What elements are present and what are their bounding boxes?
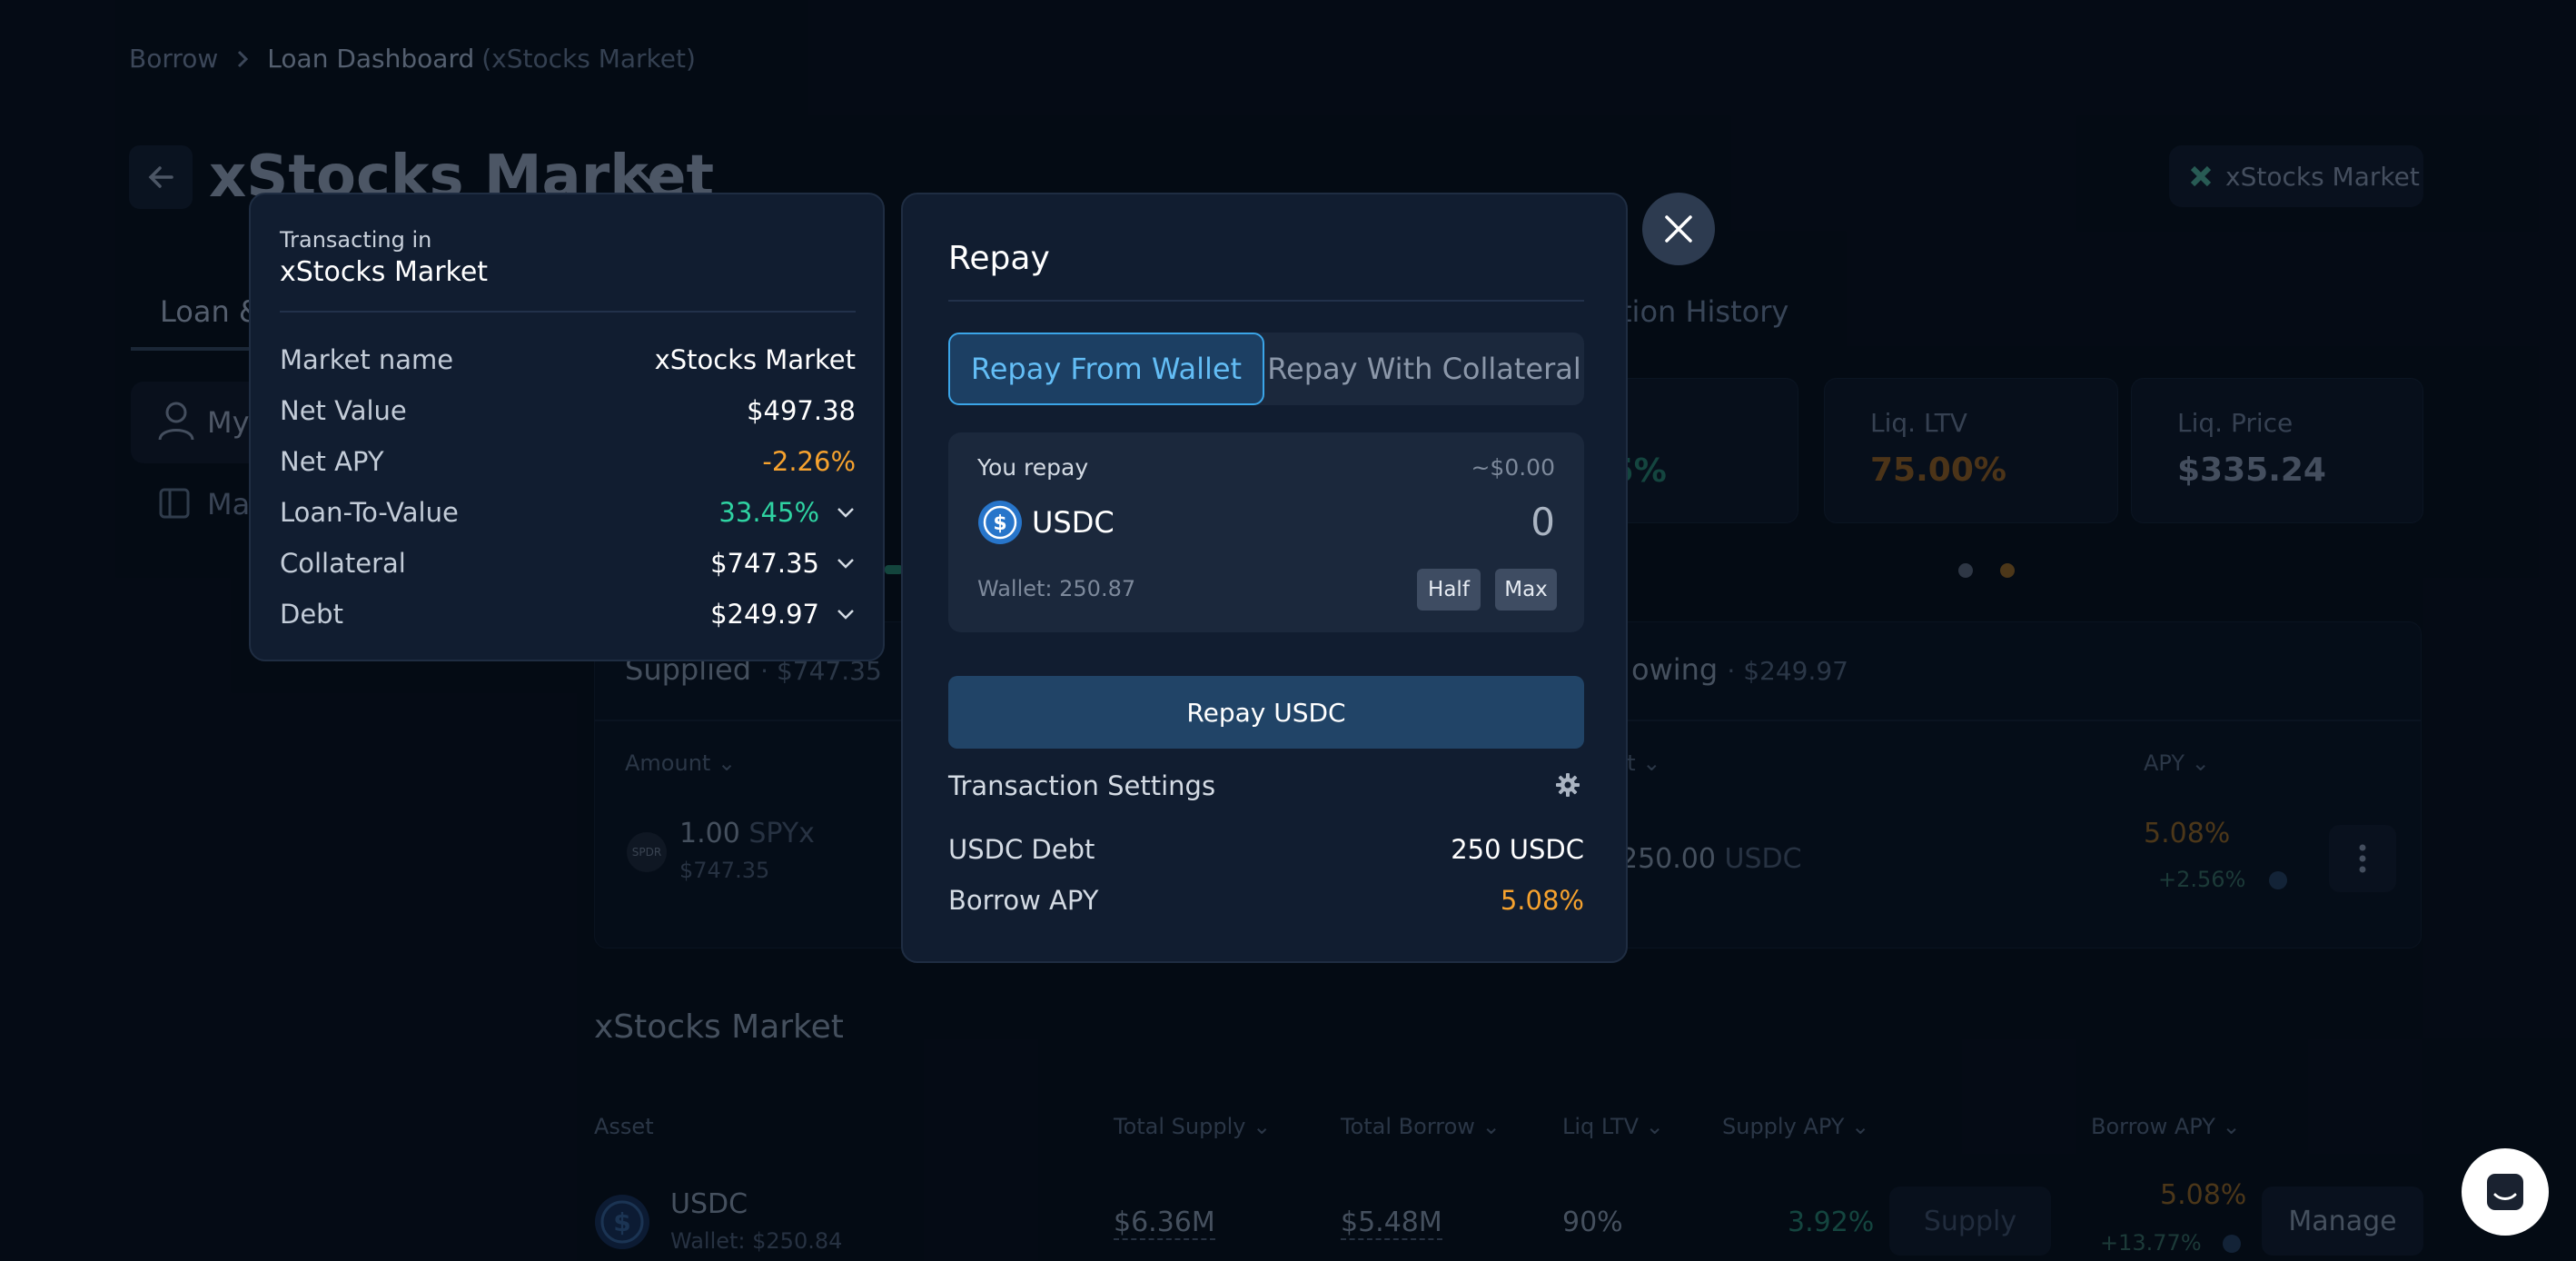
repay-amount-box: You repay ~$0.00 $ USDC 0 Wallet: 250.87…	[948, 432, 1584, 632]
info-row-collateral[interactable]: Collateral $747.35	[280, 545, 856, 581]
modal-title: Repay	[948, 240, 1050, 277]
divider	[948, 300, 1584, 302]
repay-source-toggle: Repay From Wallet Repay With Collateral	[948, 333, 1584, 405]
tab-repay-with-collateral[interactable]: Repay With Collateral	[1264, 333, 1584, 405]
borrow-apy-row: Borrow APY 5.08%	[948, 885, 1584, 916]
close-modal-button[interactable]	[1642, 193, 1715, 265]
tab-repay-from-wallet[interactable]: Repay From Wallet	[948, 333, 1264, 405]
half-button[interactable]: Half	[1417, 569, 1481, 611]
support-chat-button[interactable]	[2462, 1148, 2549, 1236]
info-row-market-name: Market name xStocks Market	[280, 344, 856, 375]
svg-text:$: $	[993, 512, 1006, 535]
info-row-ltv[interactable]: Loan-To-Value 33.45%	[280, 494, 856, 531]
chat-icon	[2487, 1174, 2523, 1210]
market-info-card: Transacting in xStocks Market Market nam…	[249, 193, 885, 661]
info-row-net-value: Net Value $497.38	[280, 395, 856, 426]
gear-icon[interactable]	[1555, 772, 1580, 798]
transaction-settings-label: Transaction Settings	[948, 770, 1216, 801]
info-row-net-apy: Net APY -2.26%	[280, 446, 856, 477]
repay-modal: Repay Repay From Wallet Repay With Colla…	[901, 193, 1628, 963]
debt-value: $249.97	[710, 599, 819, 630]
chevron-down-icon[interactable]	[836, 604, 856, 624]
transacting-in-label: Transacting in	[280, 227, 432, 253]
info-row-debt[interactable]: Debt $249.97	[280, 596, 856, 632]
usdc-token-icon: $	[978, 501, 1022, 544]
close-icon	[1665, 215, 1692, 243]
repay-submit-button[interactable]: Repay USDC	[948, 676, 1584, 749]
divider	[280, 311, 856, 313]
max-button[interactable]: Max	[1495, 569, 1557, 611]
transacting-market-name: xStocks Market	[280, 256, 489, 288]
ltv-value: 33.45%	[718, 497, 819, 528]
wallet-balance: Wallet: 250.87	[977, 576, 1136, 601]
collateral-value: $747.35	[710, 548, 819, 579]
chevron-down-icon[interactable]	[836, 553, 856, 573]
repay-token-label[interactable]: USDC	[1032, 505, 1115, 540]
you-repay-label: You repay	[977, 454, 1089, 481]
repay-usd-value: ~$0.00	[1471, 454, 1555, 481]
repay-amount-input[interactable]: 0	[1531, 500, 1555, 544]
chevron-down-icon[interactable]	[836, 502, 856, 522]
usdc-debt-row: USDC Debt 250 USDC	[948, 834, 1584, 865]
